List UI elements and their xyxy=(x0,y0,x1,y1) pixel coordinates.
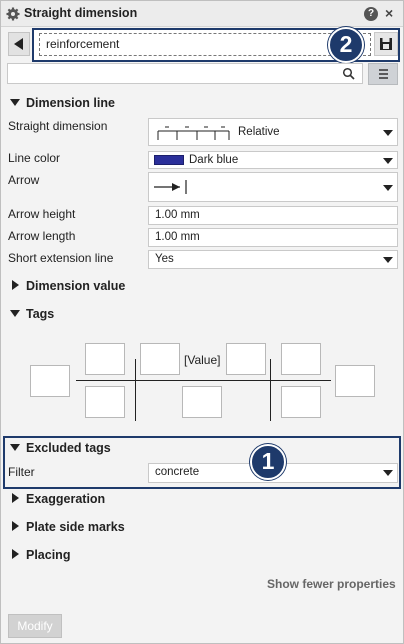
tag-layout-divider-left xyxy=(135,359,136,421)
relative-dimension-icon xyxy=(157,126,230,140)
chevron-down-icon xyxy=(383,185,393,191)
search-icon xyxy=(342,67,355,80)
section-title: Exaggeration xyxy=(26,492,106,506)
tag-slot-left[interactable] xyxy=(30,365,70,397)
preset-name-input[interactable]: reinforcement xyxy=(39,33,371,56)
tag-slot-top-3[interactable] xyxy=(226,343,266,375)
tag-slot-top-2[interactable] xyxy=(140,343,180,375)
label-filter: Filter xyxy=(8,465,35,479)
arrow-height-input[interactable]: 1.00 mm xyxy=(148,206,398,225)
arrow-type-icon xyxy=(154,180,187,194)
section-excluded-tags[interactable]: Excluded tags xyxy=(10,441,111,455)
short-extension-line-value: Yes xyxy=(155,253,174,265)
color-swatch xyxy=(154,155,184,165)
callout-badge-1: 1 xyxy=(250,444,286,480)
label-line-color: Line color xyxy=(8,151,61,165)
label-straight-dimension: Straight dimension xyxy=(8,119,108,133)
list-icon xyxy=(379,69,388,79)
close-icon[interactable]: × xyxy=(385,5,393,21)
floppy-disk-icon xyxy=(380,38,392,50)
chevron-down-icon xyxy=(383,470,393,476)
label-arrow: Arrow xyxy=(8,173,40,187)
collapse-arrow-icon xyxy=(10,310,20,317)
gear-icon[interactable] xyxy=(6,7,20,21)
window-title: Straight dimension xyxy=(24,6,138,20)
tag-slot-top-4[interactable] xyxy=(281,343,321,375)
chevron-down-icon xyxy=(383,257,393,263)
label-arrow-length: Arrow length xyxy=(8,229,76,243)
line-color-value: Dark blue xyxy=(189,154,239,166)
section-dimension-line[interactable]: Dimension line xyxy=(10,96,115,110)
line-color-select[interactable]: Dark blue xyxy=(148,151,398,169)
straight-dimension-value: Relative xyxy=(238,126,280,138)
arrow-select[interactable] xyxy=(148,172,398,202)
section-title: Placing xyxy=(26,548,71,562)
tag-layout-divider-right xyxy=(270,359,271,421)
back-button[interactable] xyxy=(8,32,30,56)
show-fewer-properties-link[interactable]: Show fewer properties xyxy=(267,577,396,591)
search-input[interactable] xyxy=(7,63,363,84)
save-button[interactable] xyxy=(374,32,398,56)
label-arrow-height: Arrow height xyxy=(8,207,76,221)
section-title: Tags xyxy=(26,307,55,321)
tag-slot-bottom-3[interactable] xyxy=(281,386,321,418)
section-dimension-value[interactable]: Dimension value xyxy=(12,279,125,293)
tag-slot-bottom-2[interactable] xyxy=(182,386,222,418)
tag-slot-bottom-1[interactable] xyxy=(85,386,125,418)
tag-value-placeholder: [Value] xyxy=(184,353,221,367)
list-view-button[interactable] xyxy=(368,63,398,85)
section-placing[interactable]: Placing xyxy=(12,548,70,562)
section-tags[interactable]: Tags xyxy=(10,307,54,321)
arrow-length-input[interactable]: 1.00 mm xyxy=(148,228,398,247)
section-title: Dimension value xyxy=(26,279,126,293)
chevron-down-icon xyxy=(383,158,393,164)
expand-arrow-icon xyxy=(12,521,19,531)
short-extension-line-select[interactable]: Yes xyxy=(148,250,398,269)
expand-arrow-icon xyxy=(12,280,19,290)
chevron-down-icon xyxy=(383,130,393,136)
tag-slot-top-1[interactable] xyxy=(85,343,125,375)
section-title: Dimension line xyxy=(26,96,115,110)
section-exaggeration[interactable]: Exaggeration xyxy=(12,492,105,506)
help-icon[interactable]: ? xyxy=(364,7,378,21)
tag-slot-right[interactable] xyxy=(335,365,375,397)
label-short-extension-line: Short extension line xyxy=(8,251,114,265)
straight-dimension-select[interactable]: Relative xyxy=(148,118,398,146)
collapse-arrow-icon xyxy=(10,444,20,451)
filter-value: concrete xyxy=(155,466,200,478)
expand-arrow-icon xyxy=(12,493,19,503)
triangle-left-icon xyxy=(14,38,23,50)
callout-badge-2: 2 xyxy=(328,27,364,63)
tag-layout-baseline xyxy=(76,380,331,381)
properties-panel: Straight dimension ? × reinforcement 2 D… xyxy=(0,0,404,644)
section-plate-side-marks[interactable]: Plate side marks xyxy=(12,520,125,534)
expand-arrow-icon xyxy=(12,549,19,559)
modify-button[interactable]: Modify xyxy=(8,614,62,638)
collapse-arrow-icon xyxy=(10,99,20,106)
section-title: Excluded tags xyxy=(26,441,111,455)
section-title: Plate side marks xyxy=(26,520,125,534)
